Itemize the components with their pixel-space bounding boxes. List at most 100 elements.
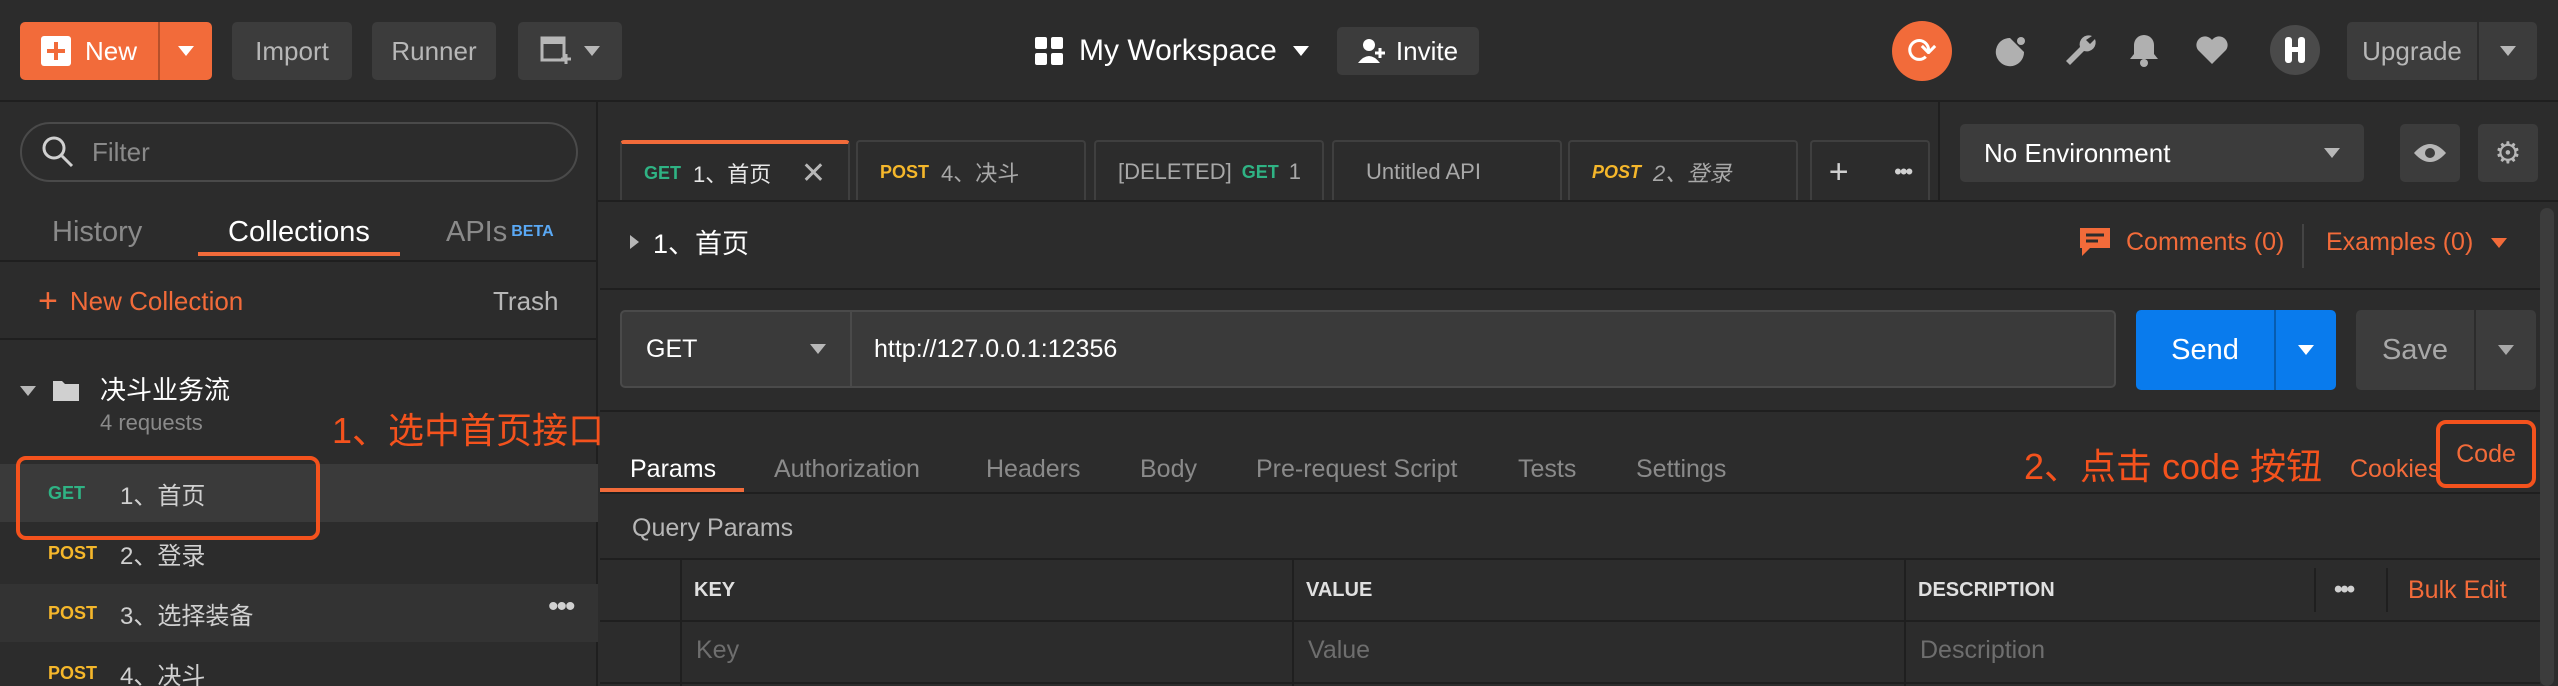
tab-collections-label: Collections (228, 215, 370, 248)
tab-label: Untitled API (1366, 159, 1481, 184)
new-dropdown-toggle[interactable] (158, 22, 212, 80)
tab-settings[interactable]: Settings (1636, 440, 1726, 498)
description-placeholder: Description (1920, 635, 2046, 664)
upgrade-dropdown-toggle[interactable] (2477, 22, 2537, 80)
divider (0, 260, 598, 262)
query-params-label: Query Params (632, 513, 794, 542)
save-button[interactable]: Save (2356, 310, 2536, 390)
table-border (600, 682, 2540, 684)
tab-apis[interactable]: APIs BETA (446, 204, 554, 260)
bell-icon[interactable] (2120, 26, 2168, 74)
method-badge: POST (48, 542, 98, 563)
cookies-button[interactable]: Cookies (2350, 440, 2440, 498)
send-button[interactable]: Send (2136, 310, 2336, 390)
more-icon[interactable]: ••• (1894, 159, 1913, 185)
send-main[interactable]: Send (2136, 310, 2274, 390)
divider (600, 410, 2540, 412)
more-icon[interactable]: ••• (2334, 560, 2355, 620)
divider (1938, 102, 1940, 202)
tab-history[interactable]: History (52, 204, 142, 260)
scrollbar[interactable] (2540, 208, 2554, 686)
column-header-description: DESCRIPTION (1918, 560, 2055, 620)
list-item-request[interactable]: POST 4、决斗 (0, 644, 598, 686)
bulk-edit-label: Bulk Edit (2408, 575, 2507, 604)
send-dropdown-toggle[interactable] (2274, 310, 2336, 390)
code-button[interactable]: Code (2436, 420, 2536, 488)
request-tab[interactable]: GET 1、首页 ✕ (620, 140, 850, 202)
bulk-edit-button[interactable]: Bulk Edit (2408, 560, 2507, 620)
value-input[interactable]: Value (1308, 620, 1898, 680)
tab-body[interactable]: Body (1140, 440, 1197, 498)
tab-tests[interactable]: Tests (1518, 440, 1576, 498)
method-badge: POST (48, 602, 98, 623)
examples-label: Examples (0) (2326, 228, 2474, 256)
save-main[interactable]: Save (2356, 310, 2474, 390)
divider (600, 288, 2540, 290)
add-tab-icon[interactable]: + (1829, 153, 1849, 192)
runner-button[interactable]: Runner (372, 22, 496, 80)
more-icon[interactable]: ••• (548, 590, 575, 624)
sync-icon[interactable]: ⟳ (1892, 21, 1952, 81)
new-collection-button[interactable]: + New Collection (38, 284, 243, 318)
table-border (600, 558, 2540, 560)
wrench-icon[interactable] (2056, 26, 2104, 74)
environment-quick-look-button[interactable] (2400, 124, 2460, 182)
column-header-key: KEY (694, 560, 735, 620)
filter-input[interactable]: Filter (20, 122, 578, 182)
tab-pre-request-script[interactable]: Pre-request Script (1256, 440, 1457, 498)
heart-icon[interactable] (2188, 26, 2236, 74)
request-tab[interactable]: Untitled API (1332, 140, 1562, 202)
list-item-request[interactable]: POST 3、选择装备 ••• (0, 584, 598, 642)
method-badge: POST (1592, 161, 1642, 182)
new-window-button[interactable] (518, 22, 622, 80)
upgrade-button[interactable]: Upgrade (2347, 22, 2537, 80)
request-name-header[interactable]: 1、首页 (630, 222, 749, 261)
divider (598, 200, 2558, 202)
environment-select[interactable]: No Environment (1960, 124, 2364, 182)
tab-authorization[interactable]: Authorization (774, 440, 920, 498)
tab-label: Headers (986, 454, 1081, 483)
workspace-selector[interactable]: My Workspace (1035, 22, 1309, 80)
new-button[interactable]: New (20, 22, 212, 80)
url-input[interactable]: http://127.0.0.1:12356 (852, 310, 2116, 388)
top-toolbar: New Import Runner My Workspace Invite ⟳ (0, 0, 2558, 102)
tab-label: Body (1140, 454, 1197, 483)
request-tab[interactable]: POST 2、登录 (1568, 140, 1798, 202)
column-label: DESCRIPTION (1918, 578, 2055, 601)
description-input[interactable]: Description (1920, 620, 2530, 680)
request-title: 1、首页 (653, 229, 750, 259)
save-dropdown-toggle[interactable] (2474, 310, 2536, 390)
divider (600, 492, 2540, 494)
sidebar: Filter History Collections APIs BETA + N… (0, 102, 598, 686)
import-label: Import (255, 35, 329, 66)
chevron-right-icon (630, 234, 639, 249)
comment-icon (2080, 228, 2110, 256)
method-select[interactable]: GET (620, 310, 852, 388)
cookies-label: Cookies (2350, 454, 2441, 483)
invite-label: Invite (1395, 35, 1459, 66)
table-border (2386, 568, 2388, 612)
comments-button[interactable]: Comments (0) (2078, 226, 2284, 258)
annotation-highlight-box (16, 456, 320, 540)
request-tab[interactable]: [DELETED] GET 1 (1094, 140, 1324, 202)
chevron-down-icon (810, 344, 826, 354)
trash-button[interactable]: Trash (493, 286, 559, 317)
import-button[interactable]: Import (232, 22, 352, 80)
satellite-icon[interactable] (1988, 26, 2036, 74)
tab-label: 1 (1288, 159, 1301, 184)
annotation-step2: 2、点击 code 按钮 (2024, 446, 2323, 487)
examples-button[interactable]: Examples (0) (2326, 228, 2508, 257)
tab-headers[interactable]: Headers (986, 440, 1081, 498)
avatar[interactable] (2270, 25, 2320, 75)
upgrade-main[interactable]: Upgrade (2347, 22, 2477, 80)
environment-settings-button[interactable]: ⚙ (2478, 124, 2538, 182)
column-label: KEY (694, 578, 736, 601)
invite-button[interactable]: Invite (1337, 27, 1479, 75)
tab-actions: + ••• (1810, 140, 1930, 202)
close-icon[interactable]: ✕ (801, 156, 826, 191)
request-tab[interactable]: POST 4、决斗 (856, 140, 1086, 202)
key-input[interactable]: Key (696, 620, 1286, 680)
method-badge: POST (48, 662, 98, 683)
new-button-main[interactable]: New (20, 22, 158, 80)
table-border (1292, 558, 1294, 686)
